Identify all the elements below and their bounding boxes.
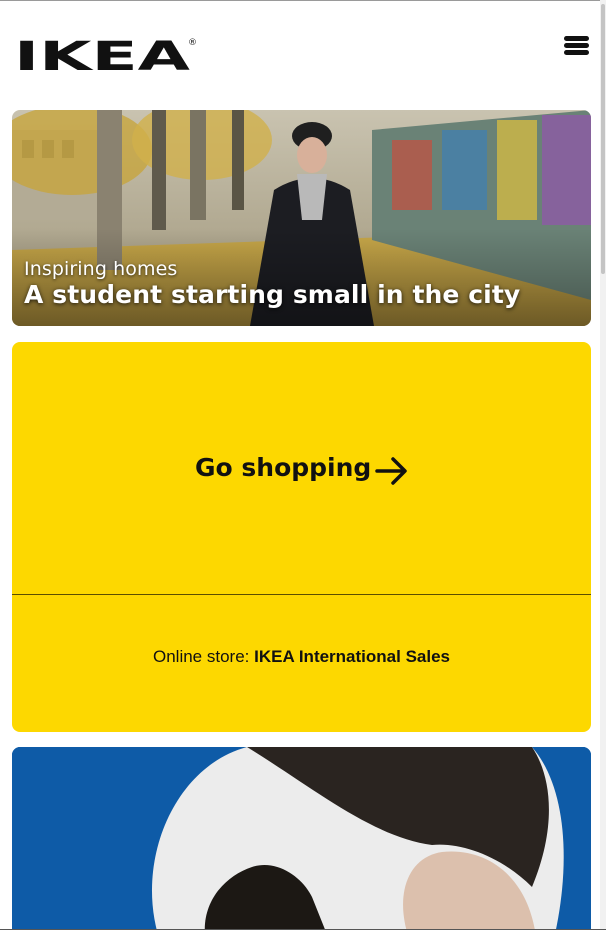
site-header: IKEA ® — [0, 1, 600, 101]
logo-registered-mark: ® — [188, 38, 197, 48]
hamburger-menu-icon — [564, 36, 589, 41]
hero-title: A student starting small in the city — [24, 280, 521, 309]
scrollbar-thumb[interactable] — [601, 4, 605, 274]
online-store-selector[interactable]: Online store: IKEA International Sales — [12, 647, 591, 667]
online-store-name: IKEA International Sales — [254, 647, 450, 666]
ikea-logo[interactable]: IKEA ® — [14, 35, 198, 75]
menu-button[interactable] — [563, 34, 591, 58]
logo-text: IKEA — [14, 35, 190, 75]
go-shopping-button[interactable]: Go shopping — [12, 342, 591, 594]
promo-card[interactable] — [12, 747, 591, 933]
shopping-card: Go shopping Online store: IKEA Internati… — [12, 342, 591, 732]
arrow-right-icon — [375, 457, 407, 485]
page-scrollbar[interactable] — [600, 0, 606, 933]
hero-kicker: Inspiring homes — [24, 258, 178, 280]
go-shopping-label: Go shopping — [195, 453, 372, 482]
promo-photo — [12, 747, 591, 933]
hero-story-card[interactable]: Inspiring homes A student starting small… — [12, 110, 591, 326]
card-divider — [12, 594, 591, 595]
bottom-edge — [0, 929, 606, 933]
online-store-prefix: Online store: — [153, 647, 250, 666]
